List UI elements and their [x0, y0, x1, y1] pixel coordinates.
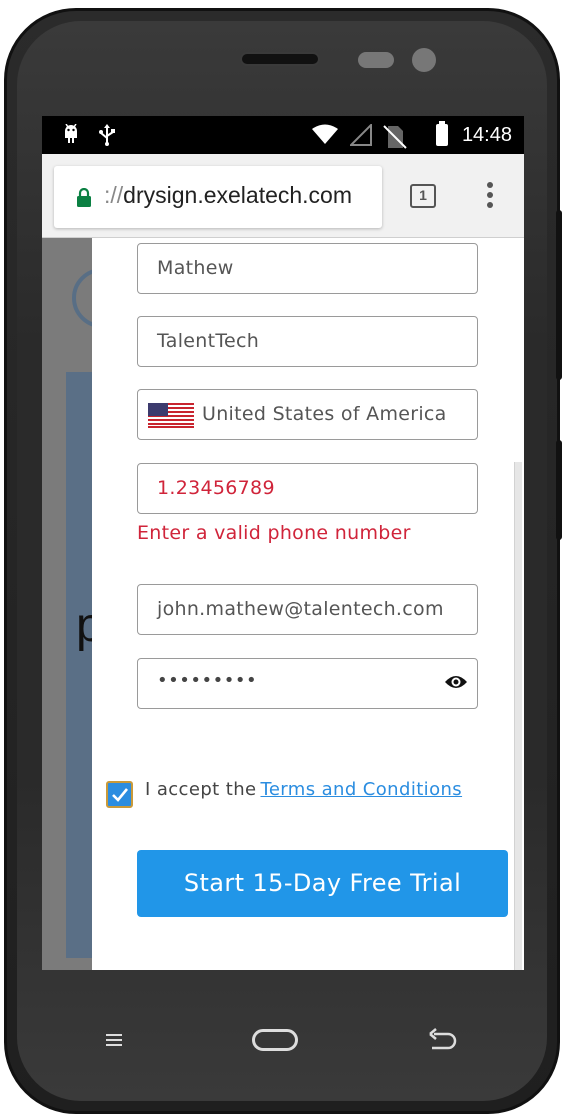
battery-icon: [436, 121, 448, 146]
last-name-value: Mathew: [157, 257, 234, 279]
terms-link[interactable]: Terms and Conditions: [260, 779, 462, 800]
password-value: •••••••••: [157, 670, 258, 691]
browser-toolbar: ://drysign.exelatech.com 1: [42, 154, 524, 238]
show-password-eye-icon[interactable]: [444, 673, 468, 691]
proximity-sensor: [358, 52, 394, 68]
android-icon: [62, 123, 80, 149]
overflow-menu-icon[interactable]: [480, 182, 500, 212]
terms-prefix: I accept the: [145, 779, 257, 800]
status-bar: 14:48: [42, 116, 524, 154]
url-text: ://drysign.exelatech.com: [104, 182, 352, 209]
power-button: [556, 210, 562, 380]
modal-scrollbar[interactable]: [514, 462, 522, 970]
password-field[interactable]: •••••••••: [137, 658, 478, 709]
usb-icon: [98, 124, 116, 151]
url-scheme: ://: [104, 182, 124, 208]
url-domain: drysign.exelatech.com: [123, 182, 353, 208]
clock: 14:48: [461, 124, 512, 146]
email-field[interactable]: john.mathew@talentech.com: [137, 584, 478, 635]
back-arrow-icon[interactable]: [428, 1028, 458, 1052]
company-field[interactable]: TalentTech: [137, 316, 478, 367]
wifi-icon: [312, 124, 338, 149]
country-value: United States of America: [202, 403, 447, 425]
us-flag-icon: [148, 403, 194, 428]
start-trial-button[interactable]: Start 15-Day Free Trial: [137, 850, 508, 917]
no-sim-icon: [382, 124, 408, 155]
front-camera: [412, 48, 436, 72]
country-select[interactable]: United States of America: [137, 389, 478, 440]
last-name-field[interactable]: Mathew: [137, 243, 478, 294]
lock-icon: [77, 188, 91, 207]
address-bar[interactable]: ://drysign.exelatech.com: [54, 166, 382, 228]
terms-checkbox[interactable]: [106, 781, 133, 808]
recent-apps-icon[interactable]: [106, 1034, 122, 1050]
phone-field[interactable]: 1.23456789: [137, 463, 478, 514]
signal-icon: [348, 122, 372, 151]
phone-error-message: Enter a valid phone number: [137, 522, 411, 544]
home-button[interactable]: [252, 1029, 298, 1051]
earpiece-speaker: [240, 52, 320, 66]
terms-label: I accept the Terms and Conditions: [145, 779, 462, 800]
phone-value: 1.23456789: [157, 477, 275, 499]
tab-switcher-button[interactable]: 1: [410, 184, 436, 208]
device-screen: 14:48 ://drysign.exelatech.com 1 p Mathe…: [42, 116, 524, 970]
company-value: TalentTech: [157, 330, 260, 352]
checkmark-icon: [112, 788, 129, 802]
email-value: john.mathew@talentech.com: [157, 598, 444, 620]
volume-button: [556, 440, 562, 540]
